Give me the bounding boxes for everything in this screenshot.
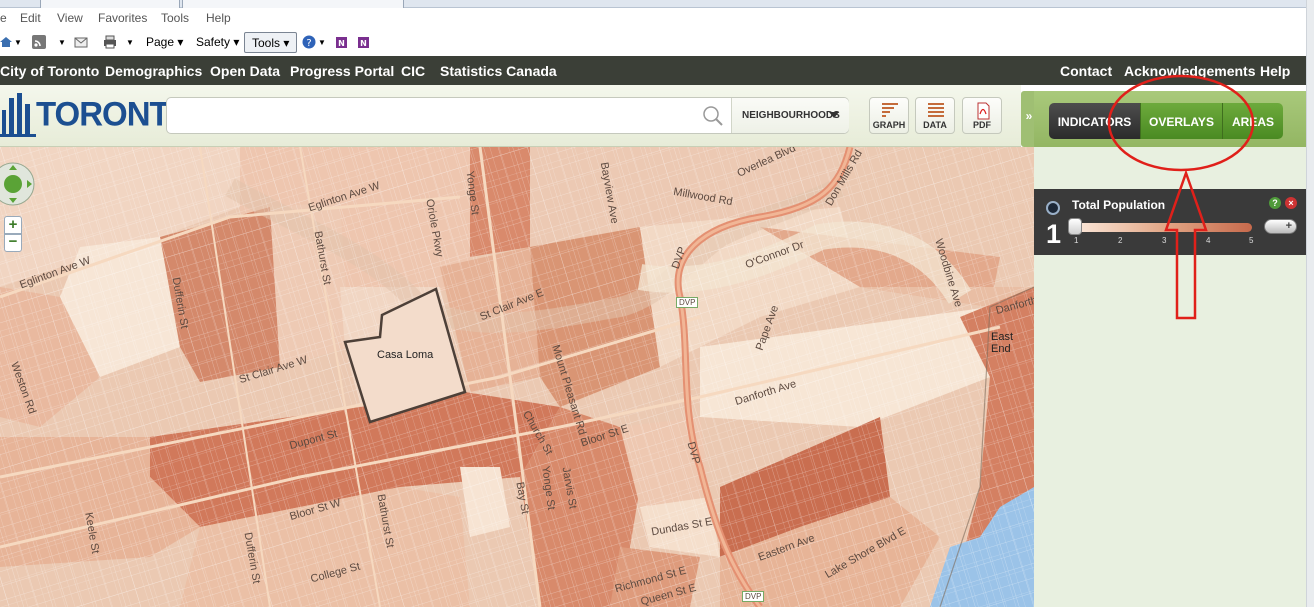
search-box: NEIGHBOURHOODS xyxy=(166,97,849,134)
indicator-card: Total Population ? × 1 1 2 3 4 5 + xyxy=(1034,189,1306,255)
data-label: DATA xyxy=(923,120,947,130)
svg-text:?: ? xyxy=(306,38,311,49)
search-input[interactable] xyxy=(171,101,691,130)
pan-control-icon[interactable] xyxy=(0,162,36,208)
pdf-icon xyxy=(977,102,990,120)
nav-contact[interactable]: Contact xyxy=(1060,63,1112,79)
zoom-out-button[interactable]: − xyxy=(4,234,22,252)
nav-open-data[interactable]: Open Data xyxy=(210,63,280,79)
nav-help[interactable]: Help xyxy=(1260,63,1290,79)
panel-tabs: INDICATORS OVERLAYS AREAS xyxy=(1049,103,1283,139)
nav-city-of-toronto[interactable]: City of Toronto xyxy=(0,63,99,79)
help-icon[interactable]: ? xyxy=(1269,197,1281,209)
nav-cic[interactable]: CIC xyxy=(401,63,425,79)
safety-menu-label: Safety xyxy=(196,35,231,49)
page-menu[interactable]: Page ▾ xyxy=(146,35,183,49)
slider-tick: 1 xyxy=(1074,236,1079,245)
graph-button[interactable]: GRAPH xyxy=(869,97,909,134)
onenote-linked-icon[interactable]: N xyxy=(357,35,371,49)
nav-progress-portal[interactable]: Progress Portal xyxy=(290,63,394,79)
print-icon[interactable] xyxy=(103,35,117,49)
classification-slider-track[interactable] xyxy=(1076,223,1252,232)
help-icon[interactable]: ? xyxy=(302,35,316,49)
data-button[interactable]: DATA xyxy=(915,97,955,134)
neighbourhood-label-casa-loma: Casa Loma xyxy=(377,349,434,361)
opacity-toggle[interactable]: + xyxy=(1264,219,1297,234)
tab-indicators[interactable]: INDICATORS xyxy=(1049,103,1140,139)
chevron-down-icon xyxy=(829,112,839,118)
nav-demographics[interactable]: Demographics xyxy=(105,63,202,79)
nav-statistics-canada[interactable]: Statistics Canada xyxy=(440,63,557,79)
menu-view[interactable]: View xyxy=(57,11,83,25)
chevron-down-icon[interactable]: ▼ xyxy=(58,38,66,47)
slider-tick: 2 xyxy=(1118,236,1123,245)
safety-menu[interactable]: Safety ▾ xyxy=(196,35,239,49)
indicator-title: Total Population xyxy=(1072,198,1166,212)
graph-label: GRAPH xyxy=(872,120,906,130)
slider-tick: 3 xyxy=(1162,236,1167,245)
menu-help[interactable]: Help xyxy=(206,11,231,25)
home-icon[interactable] xyxy=(0,35,14,49)
search-icon[interactable] xyxy=(702,105,724,127)
close-icon[interactable]: × xyxy=(1285,197,1297,209)
indicator-radio[interactable] xyxy=(1046,201,1060,215)
slider-tick: 4 xyxy=(1206,236,1211,245)
city-hall-logo-icon xyxy=(0,93,36,137)
chevron-down-icon[interactable]: ▼ xyxy=(126,38,134,47)
menu-favorites[interactable]: Favorites xyxy=(98,11,147,25)
chevron-down-icon[interactable]: ▼ xyxy=(14,38,22,47)
menu-file[interactable]: e xyxy=(0,11,7,25)
highway-shield: DVP xyxy=(742,591,765,602)
chevron-down-icon[interactable]: ▼ xyxy=(318,38,326,47)
tab-overlays[interactable]: OVERLAYS xyxy=(1140,103,1222,139)
neighbourhood-label-east-end: East End xyxy=(991,331,1014,355)
svg-text:N: N xyxy=(338,39,345,48)
rss-icon[interactable] xyxy=(32,35,46,49)
app-header: TORONTO NEIGHBOURHOODS GRAPH DATA PDF xyxy=(0,85,1021,147)
tools-menu[interactable]: Tools ▾ xyxy=(244,32,297,53)
pdf-button[interactable]: PDF xyxy=(962,97,1002,134)
tools-menu-label: Tools xyxy=(252,36,281,50)
page-menu-label: Page xyxy=(146,35,175,49)
graph-icon xyxy=(882,103,898,117)
highway-shield: DVP xyxy=(676,297,699,308)
menu-tools[interactable]: Tools xyxy=(161,11,189,25)
area-type-dropdown[interactable]: NEIGHBOURHOODS xyxy=(731,98,849,133)
menu-edit[interactable]: Edit xyxy=(20,11,41,25)
svg-text:N: N xyxy=(360,39,367,48)
mail-icon[interactable] xyxy=(74,35,88,49)
slider-tick: 5 xyxy=(1249,236,1254,245)
pdf-label: PDF xyxy=(973,120,991,130)
onenote-icon[interactable]: N xyxy=(335,35,349,49)
tab-areas[interactable]: AREAS xyxy=(1222,103,1283,139)
indicator-class-value: 1 xyxy=(1046,219,1062,249)
browser-command-bar: ▼ ▼ ▼ Page ▾ Safety ▾ Tools ▾ ? ▼ N N xyxy=(0,30,1314,56)
nav-acknowledgements[interactable]: Acknowledgements xyxy=(1124,63,1255,79)
choropleth-map[interactable]: Eglinton Ave W Eglinton Ave W Oriole Pkw… xyxy=(0,147,1034,607)
area-type-label: NEIGHBOURHOODS xyxy=(742,110,840,121)
browser-tab-strip xyxy=(0,0,1314,13)
site-nav: City of Toronto Demographics Open Data P… xyxy=(0,56,1306,85)
window-scrollbar[interactable] xyxy=(1306,0,1314,607)
slider-handle[interactable] xyxy=(1068,218,1082,235)
browser-menu-bar: e Edit View Favorites Tools Help xyxy=(0,8,1314,30)
table-icon xyxy=(928,103,944,117)
zoom-in-button[interactable]: + xyxy=(4,216,22,234)
